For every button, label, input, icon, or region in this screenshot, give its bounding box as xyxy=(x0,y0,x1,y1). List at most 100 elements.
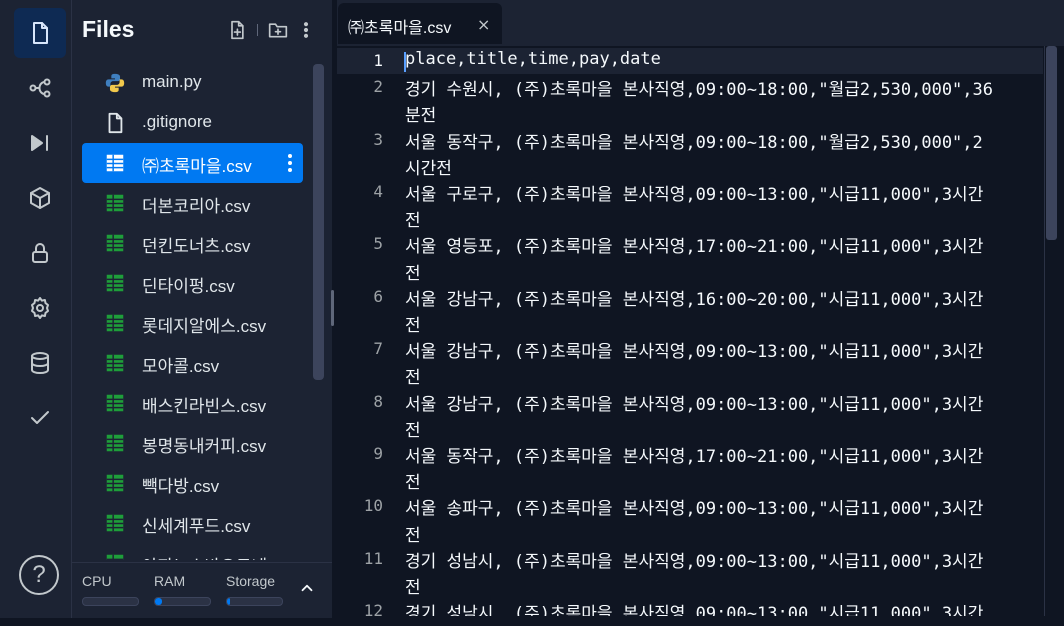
spreadsheet-file-icon xyxy=(104,272,126,294)
line-number: 2 xyxy=(373,77,383,97)
chevron-up-icon xyxy=(301,584,313,592)
code-line: 전 xyxy=(405,211,421,232)
database-icon xyxy=(31,352,49,374)
file-tree: main.py .gitignore ㈜초록마을.csv 더본코리아.csv 던킨도너츠… xyxy=(82,63,303,560)
ram-fill xyxy=(155,598,162,605)
file-name: 던킨도너츠.csv xyxy=(142,237,251,256)
spreadsheet-file-icon xyxy=(104,352,126,374)
gear-icon xyxy=(31,297,49,319)
file-item[interactable]: main.py xyxy=(82,63,303,103)
new-file-button[interactable] xyxy=(225,18,249,42)
code-line: 전 xyxy=(405,578,421,598)
line-number: 10 xyxy=(363,496,383,516)
file-name: ㈜초록마을.csv xyxy=(142,157,252,176)
file-name: 모아콜.csv xyxy=(142,357,220,376)
close-icon[interactable]: × xyxy=(477,15,490,34)
file-name: 배스킨라빈스.csv xyxy=(142,397,267,416)
file-item[interactable]: 배스킨라빈스.csv xyxy=(82,383,303,423)
line-number: 5 xyxy=(373,234,383,254)
file-name: 봉명동내커피.csv xyxy=(142,437,267,456)
file-item[interactable]: 신세계푸드.csv xyxy=(82,503,303,543)
code-editor[interactable]: 1 place,title,time,pay,date 2 경기 수원시, (주)초록… xyxy=(337,46,1064,616)
more-vertical-icon xyxy=(303,22,309,38)
git-tool-button[interactable] xyxy=(14,63,66,113)
packages-icon xyxy=(30,187,50,209)
database-tool-button[interactable] xyxy=(14,338,66,388)
spreadsheet-file-icon xyxy=(104,512,126,534)
storage-bar xyxy=(226,597,283,606)
cpu-bar xyxy=(82,597,139,606)
text-file-icon xyxy=(104,112,126,134)
code-line: 시간전 xyxy=(405,158,452,179)
code-line: 서울 영등포, (주)초록마을 본사직영,17:00~21:00,"시급11,0… xyxy=(405,237,984,258)
file-name: main.py xyxy=(142,72,202,91)
tab-active-file[interactable]: ㈜초록마을.csv × xyxy=(338,3,502,44)
resources-panel: CPU RAM Storage xyxy=(72,562,332,618)
code-line: 전 xyxy=(405,263,421,284)
file-item[interactable]: 봉명동내커피.csv xyxy=(82,423,303,463)
file-name: .gitignore xyxy=(142,112,212,131)
tab-label: ㈜초록마을.csv xyxy=(348,20,452,37)
code-line: 전 xyxy=(405,420,421,441)
lock-icon xyxy=(32,243,48,263)
cpu-label: CPU xyxy=(82,573,112,589)
code-line: 서울 강남구, (주)초록마을 본사직영,09:00~13:00,"시급11,0… xyxy=(405,342,984,363)
ram-meter: RAM xyxy=(154,573,211,606)
files-tool-button[interactable] xyxy=(14,8,66,58)
file-item[interactable]: 빽다방.csv xyxy=(82,463,303,503)
bottom-strip xyxy=(0,618,1064,626)
editor-tab-bar: ㈜초록마을.csv × xyxy=(337,0,1064,46)
code-line: 전 xyxy=(405,525,421,546)
check-icon xyxy=(31,411,49,424)
file-name: 아자노소바오드네 xyxy=(142,552,267,560)
python-file-icon xyxy=(104,72,126,94)
code-line: place,title,time,pay,date xyxy=(405,49,661,69)
new-folder-button[interactable] xyxy=(266,18,290,42)
git-icon xyxy=(29,78,51,98)
files-menu-button[interactable] xyxy=(294,18,318,42)
file-name: 롯데지알에스.csv xyxy=(142,317,267,336)
line-number: 1 xyxy=(373,51,383,70)
file-item[interactable]: .gitignore xyxy=(82,103,303,143)
header-divider xyxy=(257,24,258,36)
packages-tool-button[interactable] xyxy=(14,173,66,223)
file-item[interactable]: 던킨도너츠.csv xyxy=(82,223,303,263)
storage-meter: Storage xyxy=(226,573,283,606)
code-line: 서울 구로구, (주)초록마을 본사직영,09:00~13:00,"시급11,0… xyxy=(405,185,984,205)
storage-label: Storage xyxy=(226,573,276,589)
resources-toggle-button[interactable] xyxy=(298,579,318,599)
cpu-meter: CPU xyxy=(82,573,139,606)
panel-resize-handle[interactable] xyxy=(331,290,334,326)
secrets-tool-button[interactable] xyxy=(14,228,66,278)
spreadsheet-file-icon xyxy=(104,552,126,560)
settings-tool-button[interactable] xyxy=(14,283,66,333)
file-item[interactable]: 롯데지알에스.csv xyxy=(82,303,303,343)
file-item[interactable]: 딘타이펑.csv xyxy=(82,263,303,303)
files-scrollbar[interactable] xyxy=(313,64,324,380)
files-panel: Files main.py .gitignore ㈜초록마을.csv 더본코리아.cs… xyxy=(72,0,332,626)
file-item[interactable]: 아자노소바오드네 xyxy=(82,543,303,560)
file-item[interactable]: ㈜초록마을.csv xyxy=(82,143,303,183)
help-button[interactable]: ? xyxy=(19,555,59,595)
code-line: 분전 xyxy=(405,106,437,127)
activity-bar: ? xyxy=(0,0,72,626)
spreadsheet-file-icon xyxy=(104,192,126,214)
help-icon: ? xyxy=(32,561,46,588)
code-line: 서울 강남구, (주)초록마을 본사직영,09:00~13:00,"시급11,0… xyxy=(405,394,984,415)
file-name: 딘타이펑.csv xyxy=(142,277,235,296)
tests-tool-button[interactable] xyxy=(14,393,66,443)
run-tool-button[interactable] xyxy=(14,118,66,168)
file-options-button[interactable] xyxy=(283,152,297,174)
code-line: 전 xyxy=(405,316,421,336)
code-line: 전 xyxy=(405,368,421,389)
file-item[interactable]: 모아콜.csv xyxy=(82,343,303,383)
spreadsheet-file-icon xyxy=(104,392,126,414)
line-number: 3 xyxy=(373,129,383,149)
ram-bar xyxy=(154,597,211,606)
file-item[interactable]: 더본코리아.csv xyxy=(82,183,303,223)
code-line: 경기 성남시, (주)초록마을 본사직영,09:00~13:00,"시급11,0… xyxy=(405,551,984,572)
code-line: 경기 성남시, (주)초록마을 본사직영,09:00~13:00,"시급11,0… xyxy=(405,604,984,616)
line-number: 4 xyxy=(373,182,383,201)
editor-scrollbar-thumb[interactable] xyxy=(1046,46,1057,240)
spreadsheet-file-icon xyxy=(104,432,126,454)
